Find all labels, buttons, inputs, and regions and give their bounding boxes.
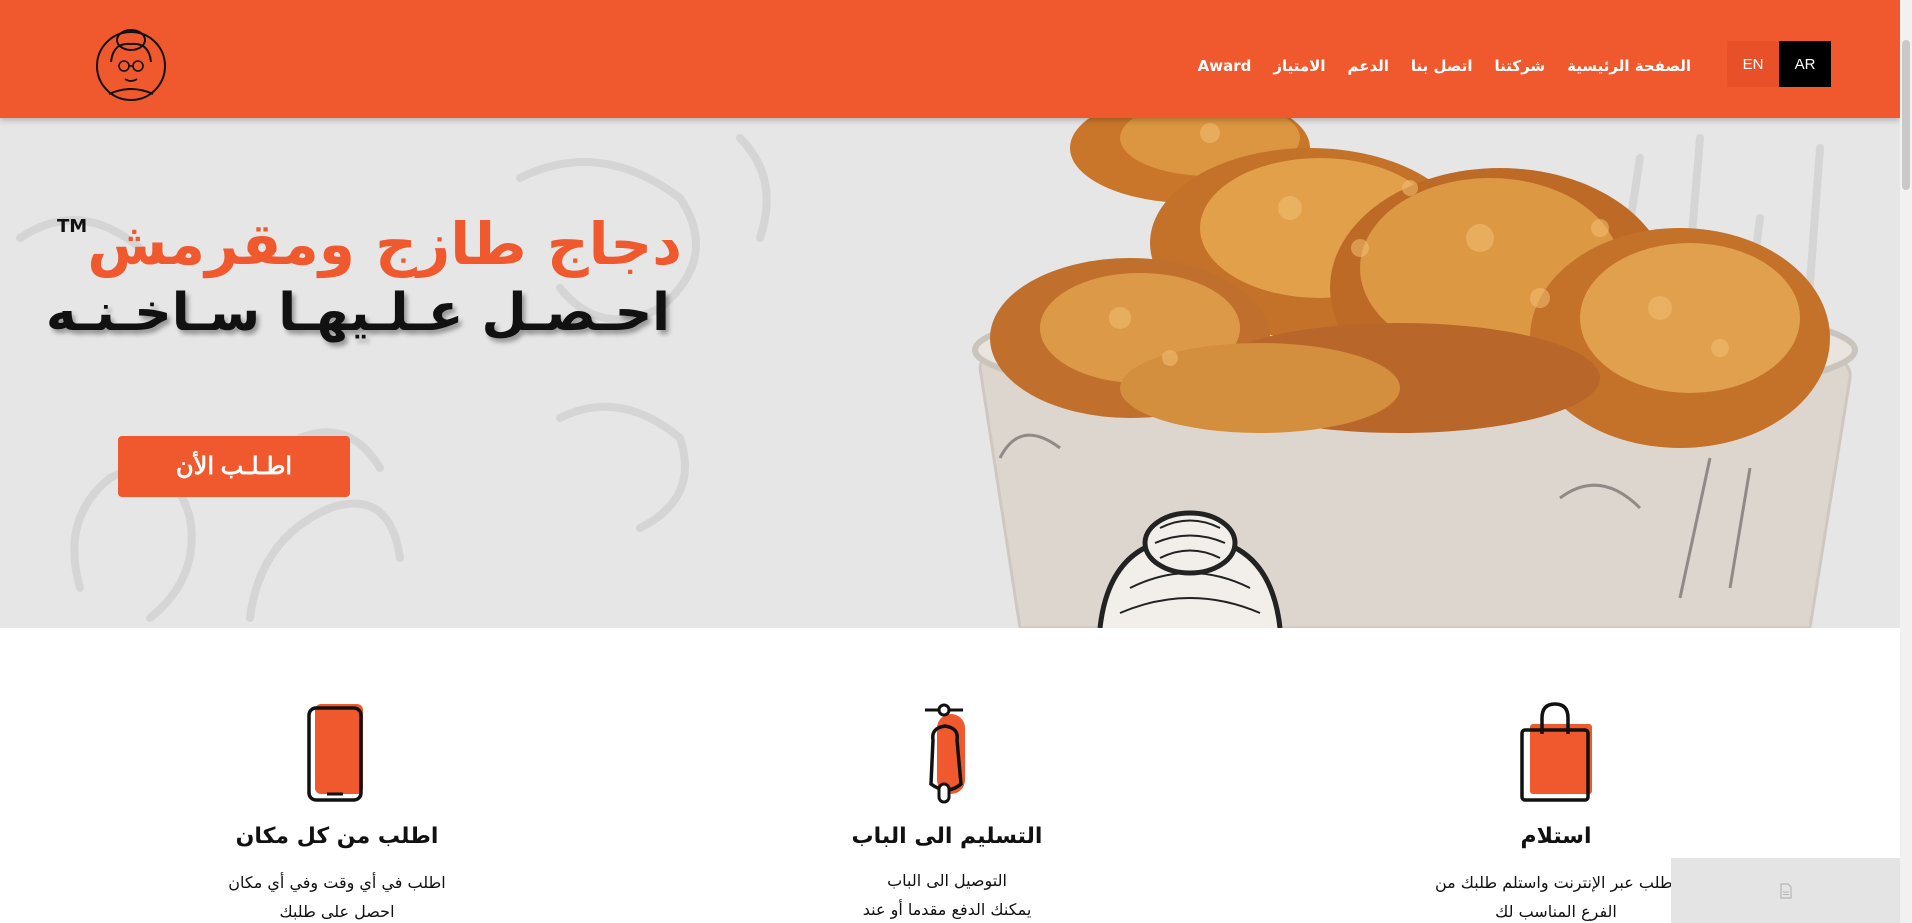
lang-ar-button[interactable]: AR bbox=[1779, 41, 1831, 87]
feature-title: استلام bbox=[1520, 824, 1592, 849]
nav-support[interactable]: الدعم bbox=[1336, 52, 1399, 80]
document-icon bbox=[1779, 882, 1792, 899]
chat-widget[interactable] bbox=[1671, 858, 1900, 923]
nav-franchise[interactable]: الامتياز bbox=[1262, 52, 1336, 80]
feature-line: التوصيل الى الباب bbox=[887, 871, 1007, 890]
feature-line: اطلب في أي وقت وفي أي مكان bbox=[228, 873, 446, 892]
feature-line: يمكنك الدفع مقدما أو عند bbox=[862, 900, 1032, 919]
feature-title: التسليم الى الباب bbox=[851, 824, 1043, 849]
scooter-icon bbox=[917, 700, 977, 808]
feature-line: احصل على طلبك bbox=[279, 902, 395, 921]
nav-contact[interactable]: اتصل بنا bbox=[1400, 52, 1484, 80]
order-now-button[interactable]: اطـلـب الأن bbox=[118, 436, 350, 497]
nav-home[interactable]: الصفحة الرئيسية bbox=[1556, 52, 1702, 80]
hero-subtitle: احـصـل عـلـيهـا سـاخـنـه bbox=[45, 283, 670, 343]
scrollbar-thumb[interactable] bbox=[1902, 40, 1910, 190]
hero-title: دجاج طازج ومقرمشTM bbox=[57, 210, 682, 278]
page-scrollbar[interactable] bbox=[1900, 0, 1912, 923]
shopping-bag-icon bbox=[1516, 700, 1596, 808]
nav-award[interactable]: Award bbox=[1187, 52, 1263, 80]
lang-en-button[interactable]: EN bbox=[1727, 41, 1779, 87]
features-section: اطلب من كل مكان اطلب في أي وقت وفي أي مك… bbox=[0, 628, 1900, 923]
main-nav: الصفحة الرئيسية شركتنا اتصل بنا الدعم ال… bbox=[1187, 52, 1702, 80]
grandma-logo[interactable] bbox=[95, 22, 167, 106]
trademark-mark: TM bbox=[56, 216, 88, 237]
hero-banner: دجاج طازج ومقرمشTM احـصـل عـلـيهـا سـاخـ… bbox=[0, 118, 1900, 628]
feature-title: اطلب من كل مكان bbox=[235, 824, 439, 849]
phone-icon bbox=[305, 700, 369, 808]
chicken-bucket-image bbox=[972, 118, 1858, 628]
hero-title-text: دجاج طازج ومقرمش bbox=[87, 210, 682, 278]
site-header: الصفحة الرئيسية شركتنا اتصل بنا الدعم ال… bbox=[0, 0, 1900, 118]
nav-company[interactable]: شركتنا bbox=[1483, 52, 1556, 80]
